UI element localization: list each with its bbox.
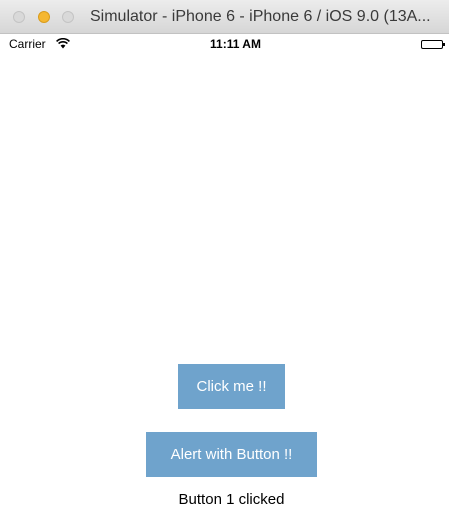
zoom-window-button[interactable] [62,11,74,23]
status-time: 11:11 AM [210,37,261,51]
ios-status-bar: Carrier 11:11 AM [0,34,449,54]
result-label: Button 1 clicked [178,491,285,508]
click-me-button[interactable]: Click me !! [178,364,285,409]
simulator-title-bar: Simulator - iPhone 6 - iPhone 6 / iOS 9.… [0,0,449,34]
minimize-window-button[interactable] [38,11,50,23]
window-title: Simulator - iPhone 6 - iPhone 6 / iOS 9.… [90,8,431,25]
alert-with-button-button[interactable]: Alert with Button !! [146,432,317,477]
battery-icon [421,40,445,49]
close-window-button[interactable] [13,11,25,23]
